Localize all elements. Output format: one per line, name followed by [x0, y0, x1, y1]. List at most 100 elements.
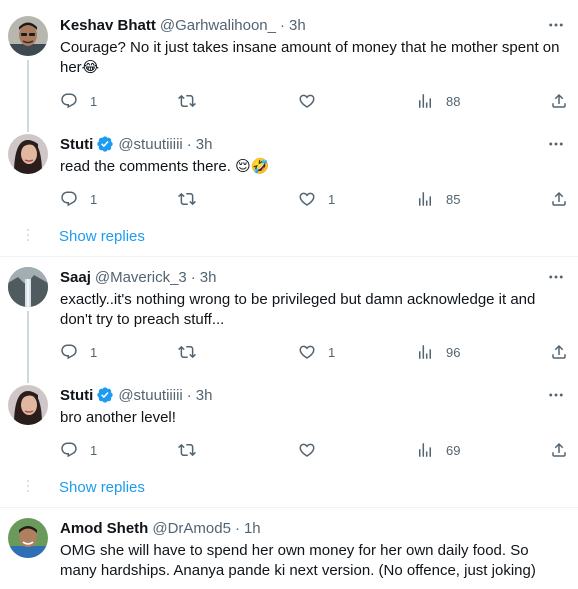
views-icon: [416, 441, 434, 459]
separator: ·: [186, 386, 192, 404]
separator: ·: [280, 16, 285, 34]
tweet-header: Saaj @Maverick_3 · 3h: [60, 267, 216, 287]
display-name[interactable]: Saaj: [60, 269, 91, 286]
thread-line: [27, 311, 29, 383]
user-handle[interactable]: @Maverick_3: [95, 269, 187, 286]
avatar[interactable]: [8, 385, 48, 425]
verified-badge-icon: [96, 386, 114, 404]
tweet-text: bro another level!: [60, 409, 176, 426]
more-icon: [547, 135, 565, 153]
views-button[interactable]: 69: [416, 440, 460, 460]
retweet-button[interactable]: [178, 189, 196, 209]
display-name[interactable]: Stuti: [60, 387, 93, 404]
avatar[interactable]: [8, 16, 48, 56]
heart-icon: [298, 343, 316, 361]
retweet-icon: [178, 92, 196, 110]
timestamp[interactable]: 3h: [289, 17, 306, 34]
avatar-amod: [8, 518, 48, 558]
share-icon: [550, 441, 568, 459]
tweet-text: Courage? No it just takes insane amount …: [60, 39, 560, 76]
reply-button[interactable]: 1: [60, 342, 97, 362]
tweet-saaj[interactable]: Saaj @Maverick_3 · 3h exactly..it's noth…: [0, 257, 578, 383]
tweet-actions: 1 1 85: [60, 189, 570, 209]
retweet-icon: [178, 343, 196, 361]
user-handle[interactable]: @stuutiiiii: [118, 136, 182, 153]
share-button[interactable]: [550, 91, 568, 111]
show-replies-link[interactable]: Show replies: [59, 479, 145, 496]
more-icon: [547, 268, 565, 286]
tweet-text: exactly..it's nothing wrong to be privil…: [60, 291, 536, 328]
like-button[interactable]: 1: [298, 189, 335, 209]
user-handle[interactable]: @Garhwalihoon_: [160, 17, 276, 34]
tweet-header: Keshav Bhatt @Garhwalihoon_ · 3h: [60, 15, 306, 35]
avatar-stuti: [8, 385, 48, 425]
separator: ·: [234, 519, 240, 537]
views-icon: [416, 92, 434, 110]
timestamp[interactable]: 3h: [200, 269, 217, 286]
more-options-button[interactable]: [546, 134, 566, 154]
timestamp[interactable]: 1h: [244, 520, 261, 537]
views-button[interactable]: 88: [416, 91, 460, 111]
reply-icon: [60, 190, 78, 208]
thread-line: [27, 60, 29, 132]
retweet-button[interactable]: [178, 342, 196, 362]
share-button[interactable]: [550, 189, 568, 209]
retweet-icon: [178, 190, 196, 208]
views-button[interactable]: 85: [416, 189, 460, 209]
avatar[interactable]: [8, 134, 48, 174]
views-icon: [416, 190, 434, 208]
tweet-keshav[interactable]: Keshav Bhatt @Garhwalihoon_ · 3h Courage…: [0, 0, 578, 132]
like-count: 1: [328, 344, 336, 360]
reply-icon: [60, 343, 78, 361]
tweet-actions: 1 69: [60, 440, 570, 460]
tweet-actions: 1 88: [60, 91, 570, 111]
share-icon: [550, 190, 568, 208]
tweet-header: Stuti @stuutiiiii · 3h: [60, 385, 212, 405]
retweet-button[interactable]: [178, 440, 196, 460]
views-count: 96: [446, 344, 461, 360]
share-button[interactable]: [550, 440, 568, 460]
tweet-header: Stuti @stuutiiiii · 3h: [60, 134, 212, 154]
more-options-button[interactable]: [546, 15, 566, 35]
retweet-button[interactable]: [178, 91, 196, 111]
share-icon: [550, 343, 568, 361]
timestamp[interactable]: 3h: [196, 136, 213, 153]
user-handle[interactable]: @DrAmod5: [152, 520, 231, 537]
avatar[interactable]: [8, 267, 48, 307]
reply-button[interactable]: 1: [60, 91, 97, 111]
separator: ·: [190, 268, 196, 286]
avatar-saaj: [8, 267, 48, 307]
display-name[interactable]: Amod Sheth: [60, 520, 148, 537]
tweet-text: read the comments there. 😌🤣: [60, 158, 270, 175]
share-button[interactable]: [550, 342, 568, 362]
tweet-stuti-1[interactable]: Stuti @stuutiiiii · 3h read the comments…: [0, 126, 578, 222]
like-button[interactable]: 1: [298, 342, 335, 362]
views-count: 88: [446, 93, 461, 109]
show-replies-link[interactable]: Show replies: [59, 228, 145, 245]
tweet-amod[interactable]: Amod Sheth @DrAmod5 · 1h OMG she will ha…: [0, 508, 578, 589]
user-handle[interactable]: @stuutiiiii: [118, 387, 182, 404]
views-count: 85: [446, 191, 461, 207]
heart-icon: [298, 441, 316, 459]
avatar[interactable]: [8, 518, 48, 558]
like-button[interactable]: [298, 440, 316, 460]
timestamp[interactable]: 3h: [196, 387, 213, 404]
share-icon: [550, 92, 568, 110]
reply-button[interactable]: 1: [60, 189, 97, 209]
heart-icon: [298, 190, 316, 208]
more-options-button[interactable]: [546, 385, 566, 405]
display-name[interactable]: Keshav Bhatt: [60, 17, 156, 34]
avatar-stuti: [8, 134, 48, 174]
heart-icon: [298, 92, 316, 110]
tweet-actions: 1 1 96: [60, 342, 570, 362]
verified-badge-icon: [96, 135, 114, 153]
views-button[interactable]: 96: [416, 342, 460, 362]
tweet-stuti-2[interactable]: Stuti @stuutiiiii · 3h bro another level…: [0, 377, 578, 473]
like-button[interactable]: [298, 91, 316, 111]
reply-icon: [60, 92, 78, 110]
reply-button[interactable]: 1: [60, 440, 97, 460]
separator: ·: [186, 135, 192, 153]
more-options-button[interactable]: [546, 267, 566, 287]
retweet-icon: [178, 441, 196, 459]
display-name[interactable]: Stuti: [60, 136, 93, 153]
